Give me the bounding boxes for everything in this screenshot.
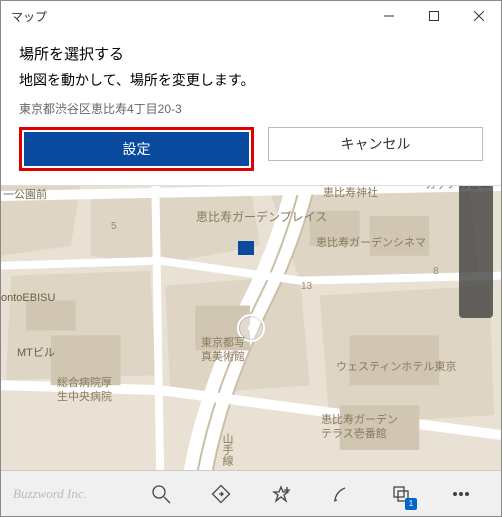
map-label-onto: ontoEBISU (1, 292, 55, 304)
close-button[interactable] (456, 1, 501, 31)
map-style-button[interactable] (459, 190, 493, 228)
maximize-button[interactable] (411, 1, 456, 31)
brand-watermark: Buzzword Inc. (1, 486, 121, 502)
cancel-button[interactable]: キャンセル (268, 127, 483, 161)
button-row: 設定 キャンセル (19, 127, 483, 171)
map-canvas[interactable]: 一公園前 カゲノカビニ 恵比寿ガーデンプレイス 恵比寿ガーデンシネマ 恵比寿神社… (1, 186, 501, 470)
map-label-photo2: 真美術館 (201, 348, 245, 364)
app-title: マップ (11, 8, 47, 25)
more-button[interactable] (439, 472, 483, 516)
bottom-icons: 1 (121, 472, 501, 516)
selected-address: 東京都渋谷区恵比寿4丁目20-3 (19, 100, 483, 117)
set-button[interactable]: 設定 (24, 132, 249, 166)
collections-button[interactable]: 1 (379, 472, 423, 516)
place-marker-icon (238, 241, 254, 255)
block-number-8: 8 (433, 266, 439, 277)
block-number-13: 13 (301, 281, 312, 292)
map-label-yamanote: 山手線 (219, 433, 235, 466)
map-label-park: 一公園前 (3, 186, 47, 202)
ink-button[interactable] (319, 472, 363, 516)
locate-button[interactable] (459, 232, 493, 270)
map-label-hosp2: 生中央病院 (57, 388, 112, 404)
map-label-ebisu-shrine: 恵比寿神社 (323, 186, 378, 200)
minimize-button[interactable] (366, 1, 411, 31)
map-label-mt: MTビル (17, 344, 55, 360)
directions-button[interactable] (199, 472, 243, 516)
highlight-box: 設定 (19, 127, 254, 171)
panel-subtext: 地図を動かして、場所を変更します。 (19, 70, 483, 90)
map-label-terrace2: テラス壱番館 (321, 425, 387, 441)
map-toolstrip (459, 186, 493, 318)
bottom-bar: Buzzword Inc. 1 (1, 470, 501, 516)
map-label-garden-place: 恵比寿ガーデンプレイス (196, 208, 327, 225)
favorites-button[interactable] (259, 472, 303, 516)
map-label-westin: ウェスティンホテル東京 (336, 358, 456, 374)
location-panel: 場所を選択する 地図を動かして、場所を変更します。 東京都渋谷区恵比寿4丁目20… (1, 31, 501, 186)
collections-badge: 1 (405, 498, 417, 510)
layers-button[interactable] (459, 274, 493, 312)
panel-heading: 場所を選択する (19, 43, 483, 64)
block-number-5: 5 (111, 221, 117, 232)
map-label-garden-cinema: 恵比寿ガーデンシネマ (316, 234, 426, 250)
title-bar: マップ (1, 1, 501, 31)
app-window: マップ 場所を選択する 地図を動かして、場所を変更します。 東京都渋谷区恵比寿4… (0, 0, 502, 517)
search-button[interactable] (139, 472, 183, 516)
